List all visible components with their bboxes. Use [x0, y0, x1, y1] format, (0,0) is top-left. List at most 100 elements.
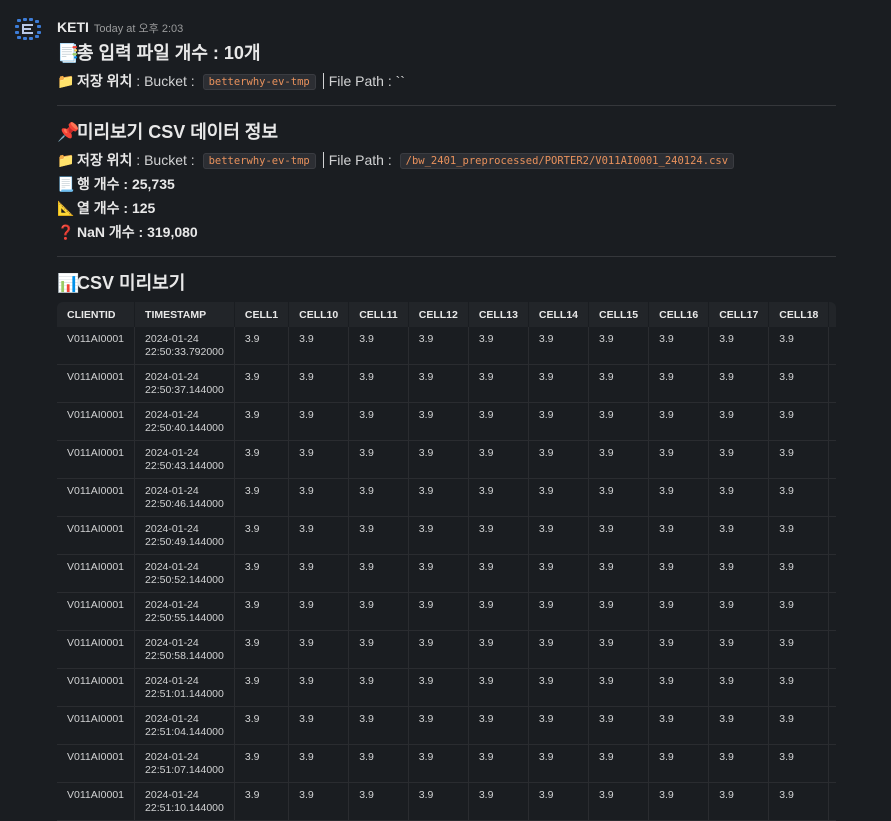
- filepath-code: /bw_2401_preprocessed/PORTER2/V011AI0001…: [399, 153, 735, 169]
- column-header[interactable]: CELL11: [348, 302, 409, 327]
- table-cell: V011AI0001: [57, 592, 136, 631]
- column-header[interactable]: CELL13: [468, 302, 529, 327]
- column-header[interactable]: CELL15: [588, 302, 650, 327]
- table-cell: 3.9: [588, 782, 650, 821]
- table-row: V011AI0001 2024-01-24 22:51:04.144000 3.9 3…: [57, 706, 836, 745]
- separator: [322, 73, 324, 89]
- table-cell: 3.9: [828, 592, 836, 631]
- folder-icon: 📁: [57, 152, 75, 168]
- table-row: V011AI0001 2024-01-24 22:51:07.144000 3.9 3…: [57, 744, 836, 783]
- column-header[interactable]: CELL18: [768, 302, 830, 327]
- table-cell: 3.9: [528, 364, 590, 403]
- table-cell: 3.9: [348, 668, 409, 707]
- table-cell: 3.9: [408, 440, 469, 479]
- table-cell: 3.9: [828, 706, 836, 745]
- table-cell: 3.9: [234, 327, 290, 365]
- table-cell: 3.9: [288, 706, 350, 745]
- table-cell: 3.9: [408, 592, 469, 631]
- table-cell: 3.9: [288, 440, 350, 479]
- column-header[interactable]: CELL16: [648, 302, 710, 327]
- separator: [322, 152, 324, 168]
- table-row: V011AI0001 2024-01-24 22:51:10.144000 3.9 3…: [57, 782, 836, 821]
- table-cell: 3.9: [528, 592, 590, 631]
- table-row: V011AI0001 2024-01-24 22:50:49.144000 3.9 3…: [57, 516, 836, 555]
- table-cell: 3.9: [288, 744, 350, 783]
- message-timestamp[interactable]: Today at 오후 2:03: [94, 23, 183, 35]
- table-cell: 3.9: [768, 327, 830, 365]
- table-cell: 3.9: [828, 668, 836, 707]
- table-row: V011AI0001 2024-01-24 22:50:58.144000 3.9 3…: [57, 630, 836, 669]
- column-header[interactable]: CELL10: [288, 302, 350, 327]
- table-cell: 3.9: [828, 630, 836, 669]
- storage-label: 저장 위치: [77, 73, 133, 89]
- table-cell: 3.9: [468, 706, 529, 745]
- table-row: V011AI0001 2024-01-24 22:50:37.144000 3.9 3…: [57, 364, 836, 403]
- table-cell: 3.9: [468, 327, 529, 365]
- table-cell: 3.9: [708, 402, 770, 441]
- table-cell: 3.9: [468, 364, 529, 403]
- input-storage-line: 📁 저장 위치 : Bucket : betterwhy-ev-tmp File P…: [57, 71, 836, 91]
- table-cell: 3.9: [828, 744, 836, 783]
- table-cell: 3.9: [348, 744, 409, 783]
- table-cell: 2024-01-24 22:51:07.144000: [134, 744, 235, 783]
- header-row: CLIENTID TIMESTAMP CELL1 CELL10 CELL11 CELL12…: [57, 302, 836, 327]
- nan-count-label: NaN 개수: [77, 224, 135, 240]
- table-cell: 3.9: [528, 630, 590, 669]
- bot-message: KETI Today at 오후 2:03 📑총 입력 파일 개수 : 10개 📁…: [0, 0, 891, 821]
- column-header[interactable]: CELL17: [708, 302, 770, 327]
- table-cell: 3.9: [528, 554, 590, 593]
- table-cell: 3.9: [288, 364, 350, 403]
- table-cell: 3.9: [588, 744, 650, 783]
- storage-label: 저장 위치: [77, 152, 133, 168]
- preview-info-title: 미리보기 CSV 데이터 정보: [77, 122, 279, 142]
- table-cell: 3.9: [648, 706, 710, 745]
- preview-storage-line: 📁 저장 위치 : Bucket : betterwhy-ev-tmp File P…: [57, 150, 836, 170]
- table-cell: 3.9: [408, 402, 469, 441]
- table-cell: 3.9: [828, 554, 836, 593]
- table-cell: 3.9: [768, 744, 830, 783]
- table-cell: 2024-01-24 22:50:40.144000: [134, 402, 235, 441]
- column-header[interactable]: CELL12: [408, 302, 469, 327]
- row-count-value: : 25,735: [119, 176, 175, 192]
- table-cell: 3.9: [348, 516, 409, 555]
- table-cell: 3.9: [528, 668, 590, 707]
- table-cell: 3.9: [648, 782, 710, 821]
- csv-table-scroll[interactable]: CLIENTID TIMESTAMP CELL1 CELL10 CELL11 CELL12…: [57, 302, 836, 821]
- folder-icon: 📁: [57, 73, 75, 89]
- table-cell: 3.9: [648, 744, 710, 783]
- table-cell: V011AI0001: [57, 327, 136, 365]
- table-cell: 3.9: [348, 440, 409, 479]
- table-cell: 2024-01-24 22:51:04.144000: [134, 706, 235, 745]
- table-cell: 3.9: [348, 478, 409, 517]
- table-cell: 3.9: [708, 327, 770, 365]
- table-cell: 3.9: [648, 327, 710, 365]
- column-header[interactable]: TIMESTAMP: [134, 302, 235, 327]
- table-cell: 3.9: [408, 478, 469, 517]
- table-cell: 3.9: [234, 592, 290, 631]
- table-cell: 3.9: [708, 554, 770, 593]
- table-cell: V011AI0001: [57, 516, 136, 555]
- table-cell: 2024-01-24 22:50:55.144000: [134, 592, 235, 631]
- table-cell: 3.9: [288, 402, 350, 441]
- table-cell: 3.9: [588, 364, 650, 403]
- table-row: V011AI0001 2024-01-24 22:50:46.144000 3.9 3…: [57, 478, 836, 517]
- table-cell: 2024-01-24 22:50:33.792000: [134, 327, 235, 365]
- question-mark-icon: ❓: [57, 224, 75, 240]
- bookmark-tabs-icon: 📑: [57, 43, 80, 63]
- table-cell: 3.9: [588, 402, 650, 441]
- column-header[interactable]: CELL14: [528, 302, 590, 327]
- table-cell: 3.9: [768, 402, 830, 441]
- sender-name[interactable]: KETI: [57, 19, 89, 35]
- csv-preview-table: CLIENTID TIMESTAMP CELL1 CELL10 CELL11 CELL12…: [57, 302, 836, 821]
- column-header[interactable]: CELL1: [234, 302, 290, 327]
- table-cell: 3.9: [408, 364, 469, 403]
- table-cell: 3.9: [828, 478, 836, 517]
- column-header[interactable]: CLIENTID: [57, 302, 136, 327]
- bucket-label: : Bucket :: [132, 152, 199, 168]
- column-header[interactable]: CELL19: [828, 302, 836, 327]
- table-cell: 3.9: [708, 782, 770, 821]
- table-cell: 3.9: [768, 592, 830, 631]
- bot-avatar-icon[interactable]: [14, 17, 42, 41]
- table-cell: 3.9: [528, 744, 590, 783]
- table-cell: V011AI0001: [57, 478, 136, 517]
